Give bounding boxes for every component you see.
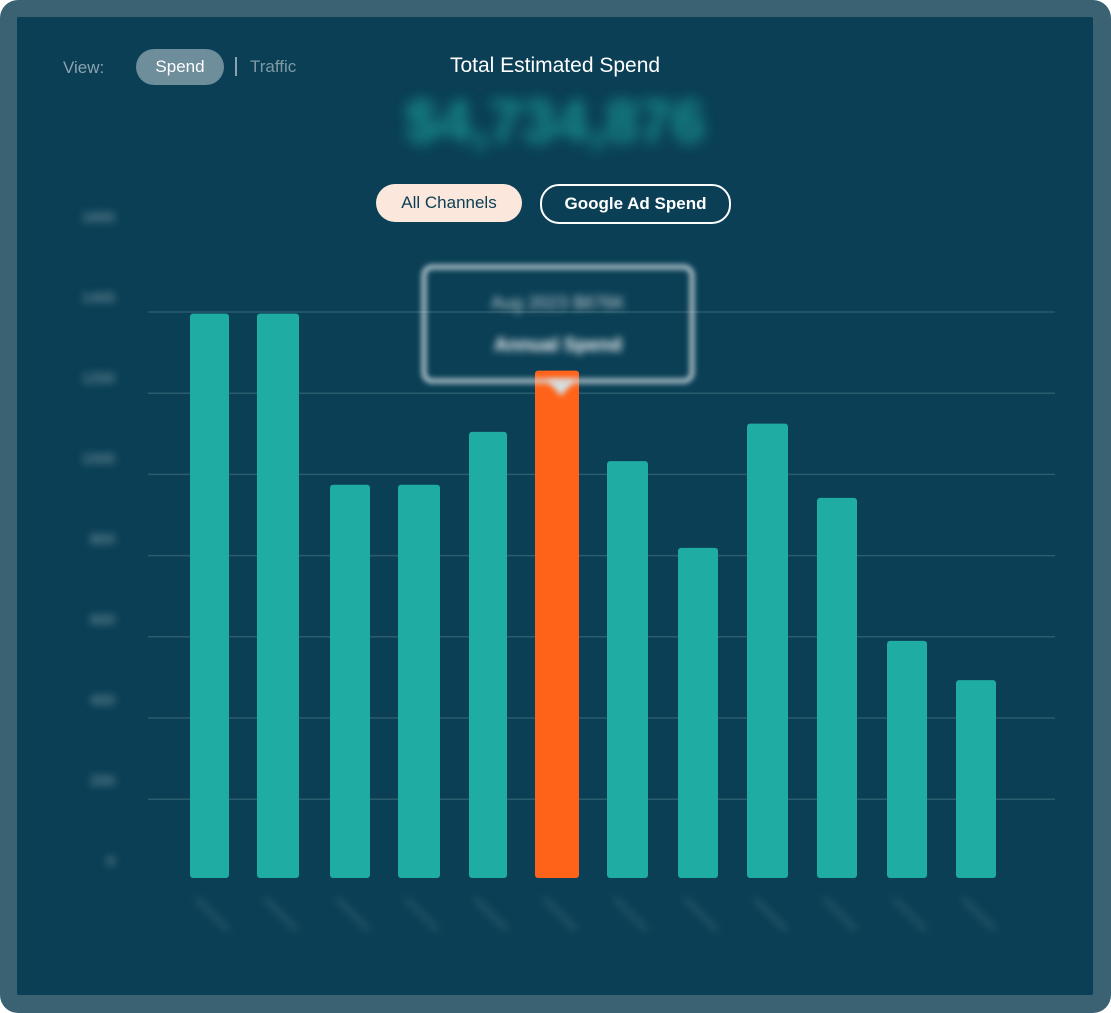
chart-card-frame: View: Spend Traffic Total Estimated Spen… [0,0,1111,1013]
bar[interactable] [817,497,857,878]
x-tick-label: ——— [400,892,444,936]
y-tick-label: 200 [90,773,115,790]
bar-chart: 1600 1400 1200 1000 800 600 400 200 0 ——— ——— ——— ——… [82,209,1055,936]
y-tick-label: 1200 [82,370,115,387]
tooltip-label: Annual Spend [494,335,622,356]
tooltip-value: Aug 2023 $876K [490,293,626,313]
bar[interactable] [678,547,718,878]
y-tick-label: 600 [90,612,115,629]
x-tick-label: ——— [679,892,723,936]
x-tick-label: ——— [331,892,375,936]
x-tick-label: ——— [191,892,235,936]
x-tick-label: ——— [888,892,932,936]
bar-highlighted[interactable] [535,370,579,878]
bar[interactable] [956,680,996,878]
y-tick-label: 1600 [82,209,115,226]
bar[interactable] [330,484,370,878]
x-tick-label: ——— [259,892,303,936]
bar[interactable] [747,423,788,878]
chart-panel: View: Spend Traffic Total Estimated Spen… [17,17,1093,995]
bar[interactable] [607,461,648,878]
y-tick-label: 1400 [82,290,115,307]
y-tick-label: 0 [107,853,115,870]
x-tick-label: ——— [749,892,793,936]
x-tick-label: ——— [957,892,1001,936]
y-tick-label: 400 [90,692,115,709]
bar[interactable] [398,484,440,878]
bar[interactable] [469,431,507,878]
y-tick-label: 1000 [82,451,115,468]
bar[interactable] [887,640,927,878]
bar-tooltip [422,265,694,383]
tooltip-arrow [547,380,575,396]
bar[interactable] [257,313,299,878]
y-tick-label: 800 [90,531,115,548]
x-tick-label: ——— [609,892,653,936]
x-tick-label: ——— [818,892,862,936]
x-tick-label: ——— [538,892,582,936]
bar[interactable] [190,313,229,878]
x-tick-label: ——— [469,892,513,936]
